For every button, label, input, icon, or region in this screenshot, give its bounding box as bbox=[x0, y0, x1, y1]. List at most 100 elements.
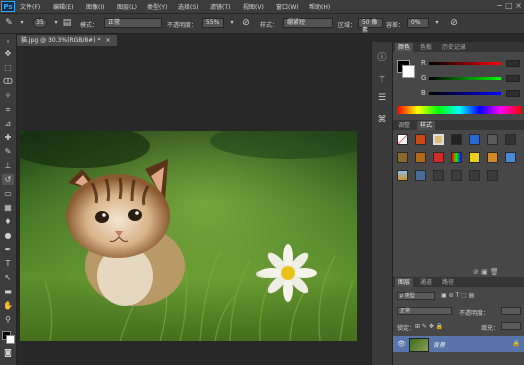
style-swatch[interactable] bbox=[487, 170, 498, 181]
style-swatch[interactable] bbox=[505, 152, 516, 163]
pen-tool-icon[interactable]: ✒ bbox=[2, 244, 14, 255]
dodge-tool-icon[interactable]: ● bbox=[2, 230, 14, 241]
art-history-brush-icon[interactable]: ✎ bbox=[3, 17, 15, 29]
style-swatch[interactable] bbox=[415, 152, 426, 163]
clone-stamp-tool-icon[interactable]: ⊥ bbox=[2, 160, 14, 171]
menu-type[interactable]: 类型(Y) bbox=[147, 2, 167, 11]
style-swatch[interactable] bbox=[469, 152, 480, 163]
type-tool-icon[interactable]: T bbox=[2, 258, 14, 269]
style-swatch[interactable] bbox=[397, 152, 408, 163]
eraser-tool-icon[interactable]: ▭ bbox=[2, 188, 14, 199]
style-swatch[interactable] bbox=[451, 170, 462, 181]
menu-select[interactable]: 选择(S) bbox=[178, 2, 199, 11]
menu-image[interactable]: 图像(I) bbox=[86, 2, 104, 11]
history-brush-tool-icon[interactable]: ↺ bbox=[2, 174, 14, 185]
brush-presets-icon[interactable]: ⚚ bbox=[376, 74, 388, 86]
document-canvas-image[interactable] bbox=[20, 131, 357, 341]
collapse-arrows-icon[interactable]: » bbox=[2, 37, 14, 48]
tab-channels[interactable]: 通道 bbox=[417, 278, 435, 287]
style-select[interactable]: 绷紧短 bbox=[283, 18, 333, 28]
style-swatch[interactable] bbox=[415, 134, 426, 145]
shape-tool-icon[interactable]: ▬ bbox=[2, 286, 14, 297]
document-tab[interactable]: 猫.jpg @ 30.3%(RGB/8#) * × bbox=[17, 35, 117, 46]
healing-brush-tool-icon[interactable]: ✚ bbox=[2, 132, 14, 143]
adjustments-icon[interactable]: ☰ bbox=[376, 92, 388, 104]
background-color-swatch[interactable] bbox=[6, 335, 15, 344]
tab-color[interactable]: 颜色 bbox=[395, 43, 414, 52]
style-swatch[interactable] bbox=[433, 152, 444, 163]
layer-filter-kind[interactable]: ρ 类型 bbox=[397, 292, 435, 300]
tab-styles[interactable]: 样式 bbox=[417, 121, 436, 130]
tolerance-dropdown-icon[interactable]: ▾ bbox=[431, 17, 443, 29]
channel-r-value[interactable] bbox=[506, 60, 520, 67]
brush-size-picker[interactable]: 35 bbox=[33, 18, 47, 28]
tool-preset-dropdown-icon[interactable]: ▾ bbox=[16, 17, 28, 29]
area-input[interactable]: 50 像素 bbox=[358, 18, 383, 34]
tolerance-input[interactable]: 0% bbox=[407, 18, 429, 28]
eyedropper-tool-icon[interactable]: ⊿ bbox=[2, 118, 14, 129]
layer-opacity-input[interactable] bbox=[501, 307, 521, 315]
brush-panel-toggle-icon[interactable]: ▤ bbox=[61, 17, 73, 29]
layer-name[interactable]: 背景 bbox=[433, 340, 445, 349]
tab-swatches[interactable]: 色板 bbox=[417, 43, 435, 52]
brush-tool-icon[interactable]: ✎ bbox=[2, 146, 14, 157]
channel-b-value[interactable] bbox=[506, 90, 520, 97]
hand-tool-icon[interactable]: ✋ bbox=[2, 300, 14, 311]
crop-tool-icon[interactable]: ⌗ bbox=[2, 104, 14, 115]
channel-g-slider[interactable] bbox=[429, 77, 501, 80]
menu-edit[interactable]: 编辑(E) bbox=[53, 2, 73, 11]
channel-b-slider[interactable] bbox=[429, 92, 501, 95]
style-swatch[interactable] bbox=[397, 170, 408, 181]
channel-r-slider[interactable] bbox=[429, 62, 501, 65]
tab-adjustments[interactable]: 调整 bbox=[395, 121, 413, 130]
move-tool-icon[interactable]: ✥ bbox=[2, 48, 14, 59]
info-panel-icon[interactable]: ⓘ bbox=[376, 52, 388, 64]
mode-select[interactable]: 正常 bbox=[104, 18, 162, 28]
menu-layer[interactable]: 图层(L) bbox=[117, 2, 137, 11]
blur-tool-icon[interactable]: ♦ bbox=[2, 216, 14, 227]
channel-g-value[interactable] bbox=[506, 75, 520, 82]
layer-visibility-eye-icon[interactable]: 👁 bbox=[397, 340, 406, 348]
style-swatch[interactable] bbox=[415, 170, 426, 181]
path-selection-tool-icon[interactable]: ↖ bbox=[2, 272, 14, 283]
pressure-size-icon[interactable]: ⊘ bbox=[448, 17, 460, 29]
quick-mask-icon[interactable]: ◙ bbox=[2, 347, 14, 358]
style-swatch[interactable] bbox=[487, 134, 498, 145]
lasso-tool-icon[interactable]: ↀ bbox=[2, 76, 14, 87]
layer-fill-input[interactable] bbox=[501, 322, 521, 330]
style-swatch[interactable] bbox=[433, 170, 444, 181]
menu-view[interactable]: 视图(V) bbox=[243, 2, 264, 11]
tab-paths[interactable]: 路径 bbox=[439, 278, 457, 287]
window-controls[interactable]: − □ × bbox=[496, 1, 522, 10]
style-swatch[interactable] bbox=[469, 170, 480, 181]
properties-icon[interactable]: ⌘ bbox=[376, 114, 388, 126]
tab-layers[interactable]: 图层 bbox=[395, 278, 414, 287]
zoom-tool-icon[interactable]: ⚲ bbox=[2, 314, 14, 325]
style-none[interactable] bbox=[397, 134, 408, 145]
layer-filter-icons[interactable]: ▣ ⊘ T ⬚ ▤ bbox=[441, 292, 474, 299]
opacity-dropdown-icon[interactable]: ▾ bbox=[226, 17, 238, 29]
lock-icons[interactable]: ⊞ ✎ ✥ 🔒 bbox=[415, 323, 443, 330]
quick-selection-tool-icon[interactable]: ✧ bbox=[2, 90, 14, 101]
pressure-opacity-icon[interactable]: ⊘ bbox=[240, 17, 252, 29]
style-swatch[interactable] bbox=[433, 134, 444, 145]
marquee-tool-icon[interactable]: ⬚ bbox=[2, 62, 14, 73]
style-swatch[interactable] bbox=[451, 152, 462, 163]
styles-panel-footer-icons[interactable]: ⊘ ▣ 🗑 bbox=[473, 268, 499, 276]
layer-blend-mode[interactable]: 正常 bbox=[397, 307, 452, 315]
menu-help[interactable]: 帮助(H) bbox=[309, 2, 330, 11]
style-swatch[interactable] bbox=[487, 152, 498, 163]
style-swatch[interactable] bbox=[469, 134, 480, 145]
style-swatch[interactable] bbox=[451, 134, 462, 145]
color-background[interactable] bbox=[402, 65, 415, 78]
menu-filter[interactable]: 滤镜(T) bbox=[210, 2, 230, 11]
layer-row[interactable]: 👁 背景 🔒 bbox=[393, 336, 524, 352]
document-tab-close-icon[interactable]: × bbox=[105, 37, 110, 44]
gradient-tool-icon[interactable]: ▦ bbox=[2, 202, 14, 213]
color-spectrum-ramp[interactable] bbox=[397, 106, 521, 114]
menu-file[interactable]: 文件(F) bbox=[20, 2, 40, 11]
style-swatch[interactable] bbox=[505, 134, 516, 145]
opacity-input[interactable]: 55% bbox=[202, 18, 224, 28]
tab-history[interactable]: 历史记录 bbox=[439, 43, 469, 52]
menu-window[interactable]: 窗口(W) bbox=[276, 2, 299, 11]
